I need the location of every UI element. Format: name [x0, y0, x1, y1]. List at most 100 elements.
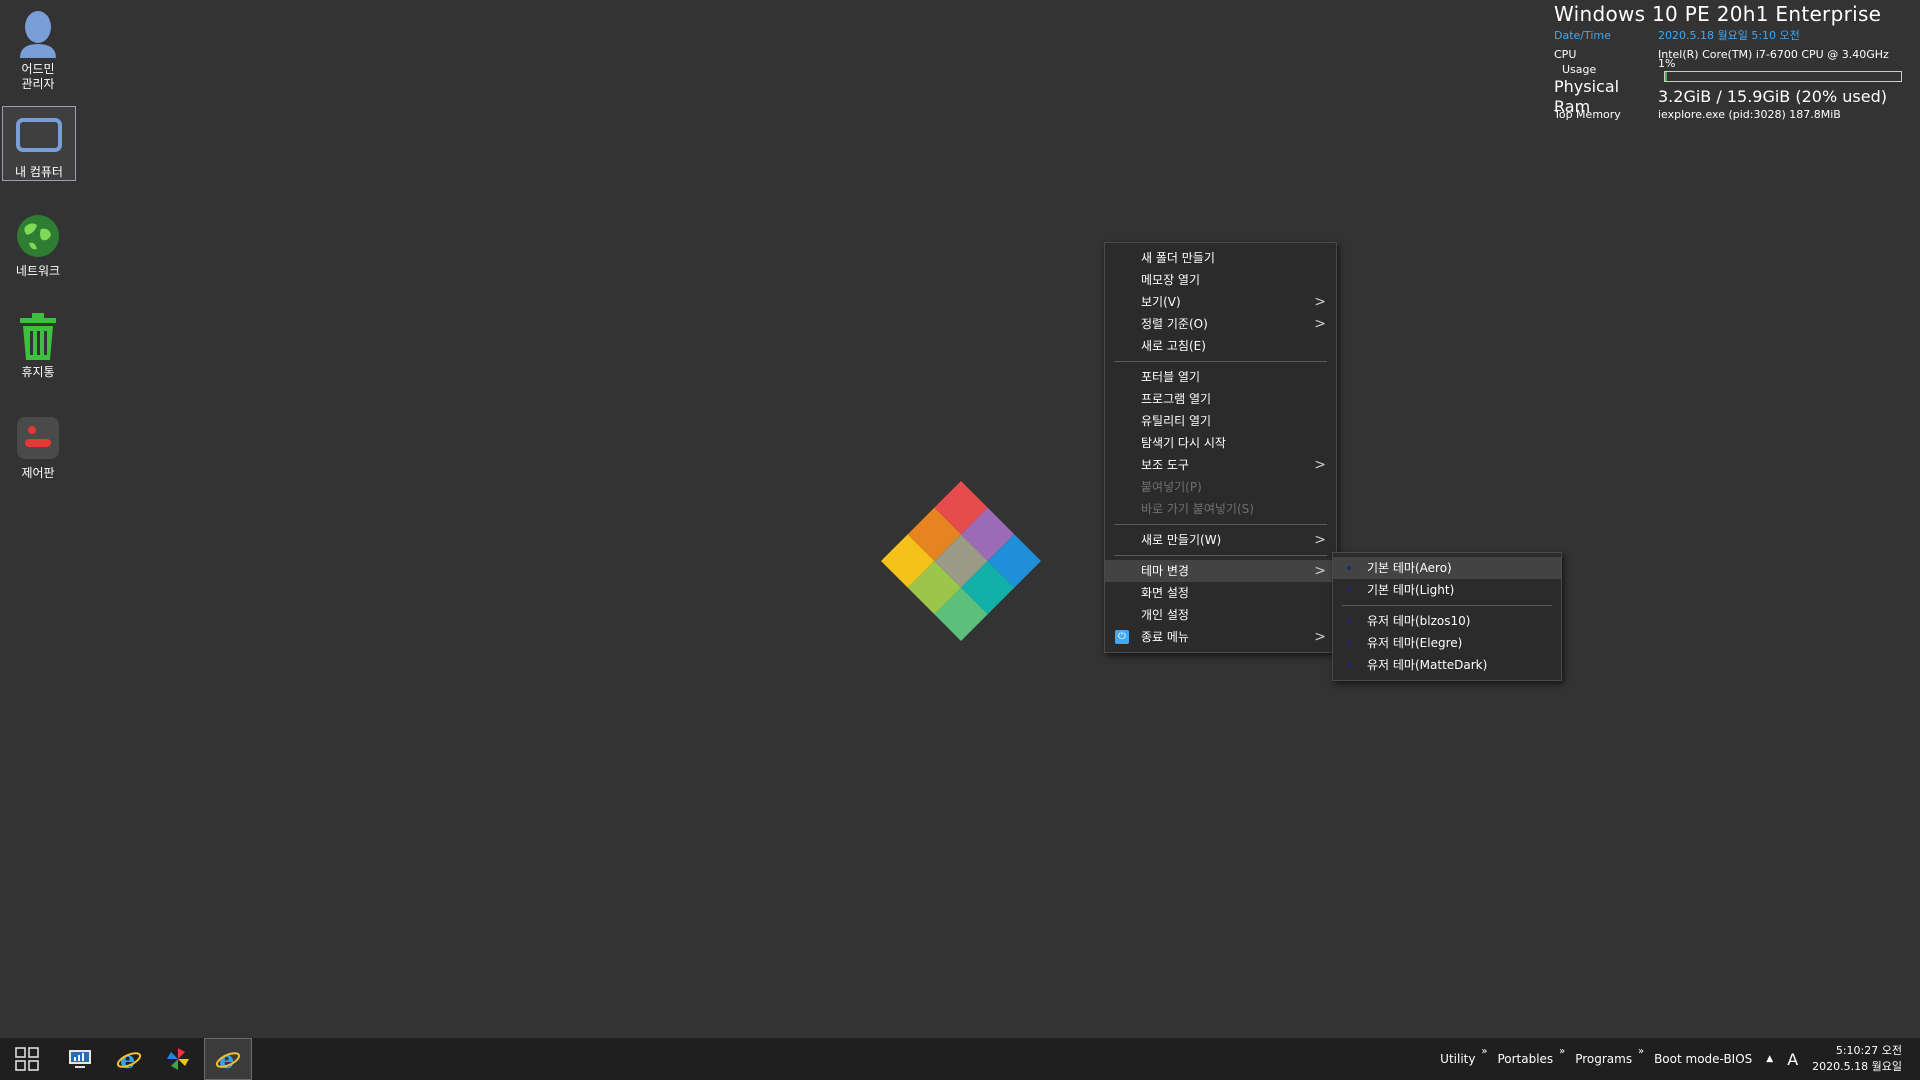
clock-date: 2020.5.18 월요일 — [1812, 1060, 1902, 1073]
menu-item-paste: 붙여넣기(P) — [1141, 480, 1202, 494]
desktop-icon-label: 어드민 관리자 — [21, 62, 55, 91]
menu-item-open-programs[interactable]: 프로그램 열기 — [1105, 388, 1336, 410]
tray-boot-mode[interactable]: Boot mode-BIOS — [1654, 1052, 1752, 1066]
chevron-right-icon: > — [1314, 532, 1326, 548]
top-memory-value: iexplore.exe (pid:3028) 187.8MiB — [1658, 108, 1841, 121]
wallpaper-logo — [881, 481, 1041, 641]
user-icon — [12, 8, 64, 60]
bullet-icon — [1347, 641, 1351, 645]
taskbar-monitor-button[interactable] — [56, 1038, 104, 1080]
usage-value: 1% — [1658, 56, 1676, 70]
monitor-icon — [69, 1050, 91, 1068]
menu-item-display-settings[interactable]: 화면 설정 — [1105, 582, 1336, 604]
menu-item-open-portable[interactable]: 포터블 열기 — [1105, 366, 1336, 388]
system-tray: Utility » Portables » Programs » Boot mode-… — [1440, 1038, 1920, 1080]
theme-item-mattedark[interactable]: 유저 테마(MatteDark) — [1333, 654, 1561, 676]
menu-item-sort-by[interactable]: 정렬 기준(O) > — [1105, 313, 1336, 335]
desktop-icon-control-panel[interactable]: 제어판 — [0, 408, 76, 481]
menu-item-shutdown-menu[interactable]: ⏻ 종료 메뉴 > — [1105, 626, 1336, 648]
os-title: Windows 10 PE 20h1 Enterprise — [1554, 2, 1882, 26]
menu-item-label: 새로 만들기(W) — [1141, 533, 1222, 547]
menu-item-view[interactable]: 보기(V) > — [1105, 291, 1336, 313]
chevron-right-icon: > — [1314, 294, 1326, 310]
chevron-right-icon: > — [1314, 629, 1326, 645]
tray-label: Portables — [1497, 1052, 1554, 1066]
menu-separator — [1114, 361, 1327, 362]
menu-item-personalize[interactable]: 개인 설정 — [1105, 604, 1336, 626]
internet-explorer-active-icon: e — [215, 1046, 241, 1072]
tray-toolbar-programs[interactable]: Programs » — [1575, 1046, 1644, 1066]
power-icon: ⏻ — [1115, 630, 1129, 644]
desktop-icon-label: 내 컴퓨터 — [15, 165, 63, 179]
datetime-value: 2020.5.18 월요일 5:10 오전 — [1658, 29, 1800, 42]
bullet-icon — [1347, 566, 1351, 570]
recycle-bin-icon — [12, 311, 64, 363]
menu-item-label: 테마 변경 — [1141, 564, 1189, 578]
desktop-icon-label: 제어판 — [21, 466, 55, 480]
tray-toolbar-portables[interactable]: Portables » — [1497, 1046, 1565, 1066]
theme-item-blzos10[interactable]: 유저 테마(blzos10) — [1333, 610, 1561, 632]
theme-item-elegre[interactable]: 유저 테마(Elegre) — [1333, 632, 1561, 654]
desktop-icon-admin[interactable]: 어드민 관리자 — [0, 4, 76, 92]
menu-item-new-folder[interactable]: 새 폴더 만들기 — [1105, 247, 1336, 269]
menu-item-label: 보기(V) — [1141, 295, 1181, 309]
cpu-usage-bar — [1664, 71, 1902, 82]
desktop-icon-network[interactable]: 네트워크 — [0, 206, 76, 279]
ram-value: 3.2GiB / 15.9GiB (20% used) — [1658, 87, 1887, 106]
menu-item-open-utilities[interactable]: 유틸리티 열기 — [1105, 410, 1336, 432]
menu-item-label: 종료 메뉴 — [1141, 630, 1189, 644]
menu-item-label: 기본 테마(Aero) — [1367, 561, 1452, 575]
menu-separator — [1342, 605, 1552, 606]
desktop-context-menu: 새 폴더 만들기 메모장 열기 보기(V) > 정렬 기준(O) > 새로 고침(E… — [1104, 242, 1337, 653]
menu-item-label: 보조 도구 — [1141, 458, 1189, 472]
tray-label: Utility — [1440, 1052, 1476, 1066]
control-panel-icon — [12, 412, 64, 464]
theme-item-aero[interactable]: 기본 테마(Aero) — [1333, 557, 1561, 579]
datetime-label: Date/Time — [1554, 28, 1611, 42]
desktop-icon-my-computer[interactable]: 내 컴퓨터 — [2, 106, 76, 181]
tray-label: Programs — [1575, 1052, 1633, 1066]
menu-item-label: 유저 테마(MatteDark) — [1367, 658, 1488, 672]
menu-item-label: 기본 테마(Light) — [1367, 583, 1455, 597]
chevron-right-icon: > — [1314, 457, 1326, 473]
show-hidden-icons-icon[interactable]: ▲ — [1766, 1054, 1773, 1064]
cpu-usage-fill — [1665, 72, 1668, 81]
menu-item-accessories[interactable]: 보조 도구 > — [1105, 454, 1336, 476]
menu-item-refresh[interactable]: 새로 고침(E) — [1105, 335, 1336, 357]
bullet-icon — [1347, 588, 1351, 592]
double-chevron-icon: » — [1637, 1046, 1645, 1057]
taskbar-ie-active-button[interactable]: e — [204, 1038, 252, 1080]
menu-separator — [1114, 524, 1327, 525]
taskbar-pinwheel-button[interactable] — [154, 1038, 202, 1080]
start-button[interactable] — [3, 1038, 51, 1080]
menu-separator — [1114, 555, 1327, 556]
start-grid-icon — [15, 1047, 39, 1071]
bullet-icon — [1347, 663, 1351, 667]
desktop-icon-label: 네트워크 — [15, 264, 61, 278]
clock[interactable]: 5:10:27 오전 2020.5.18 월요일 — [1812, 1043, 1902, 1075]
menu-item-new[interactable]: 새로 만들기(W) > — [1105, 529, 1336, 551]
menu-item-restart-explorer[interactable]: 탐색기 다시 시작 — [1105, 432, 1336, 454]
menu-item-change-theme[interactable]: 테마 변경 > — [1105, 560, 1336, 582]
top-memory-label: Top Memory — [1554, 108, 1621, 121]
menu-item-label: 유저 테마(Elegre) — [1367, 636, 1463, 650]
chevron-right-icon: > — [1314, 316, 1326, 332]
theme-submenu: 기본 테마(Aero) 기본 테마(Light) 유저 테마(blzos10) … — [1332, 552, 1562, 681]
chevron-right-icon: > — [1314, 563, 1326, 579]
desktop-icon-recycle-bin[interactable]: 휴지통 — [0, 307, 76, 380]
menu-item-paste-shortcut: 바로 가기 붙여넣기(S) — [1141, 502, 1254, 516]
desktop-icon-label: 휴지통 — [21, 365, 55, 379]
cpu-label: CPU — [1554, 48, 1577, 61]
internet-explorer-icon: e — [116, 1046, 142, 1072]
bullet-icon — [1347, 619, 1351, 623]
tray-toolbar-utility[interactable]: Utility » — [1440, 1046, 1487, 1066]
pinwheel-icon — [167, 1048, 189, 1070]
theme-item-light[interactable]: 기본 테마(Light) — [1333, 579, 1561, 601]
double-chevron-icon: » — [1559, 1046, 1566, 1057]
taskbar: e e Utility » Portables » Programs » Boot m… — [0, 1038, 1920, 1080]
taskbar-ie-button[interactable]: e — [105, 1038, 153, 1080]
usage-label: Usage — [1562, 63, 1597, 76]
menu-item-label: 유저 테마(blzos10) — [1367, 614, 1471, 628]
menu-item-open-notepad[interactable]: 메모장 열기 — [1105, 269, 1336, 291]
ime-indicator[interactable]: A — [1787, 1050, 1798, 1069]
